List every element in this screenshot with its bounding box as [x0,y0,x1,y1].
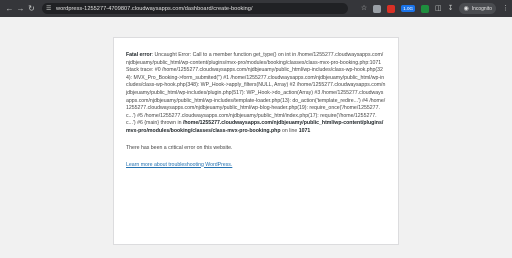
error-details: : Uncaught Error: Call to a member funct… [126,52,386,127]
kebab-menu-icon[interactable]: ⋮ [502,5,509,12]
incognito-indicator[interactable]: ◉ Incognito [459,3,496,14]
critical-error-notice: There has been a critical error on this … [126,144,233,151]
reload-icon[interactable]: ↻ [26,0,37,17]
arrow-right-icon[interactable]: → [15,0,26,17]
error-line-number: 1071 [298,127,311,134]
address-bar[interactable]: ☰ wordpress-1255277-4709807.cloudwaysapp… [42,3,348,14]
toolbar-right-icons: ☆ 1.0G ◫ ↧ ◉ Incognito ⋮ [361,0,509,17]
puzzle-icon[interactable]: ◫ [435,5,442,12]
extension-icon[interactable] [420,4,429,13]
download-icon[interactable]: ↧ [448,5,454,12]
error-card: Fatal error: Uncaught Error: Call to a m… [113,37,399,245]
extension-icon[interactable] [387,4,396,13]
browser-toolbar: ← → ↻ ☰ wordpress-1255277-4709807.cloudw… [0,0,512,17]
tune-icon[interactable]: ☰ [46,5,56,12]
error-message: Fatal error: Uncaught Error: Call to a m… [126,52,386,136]
memory-badge[interactable]: 1.0G [401,5,415,12]
star-icon[interactable]: ☆ [361,5,367,12]
incognito-icon: ◉ [463,6,469,12]
arrow-left-icon[interactable]: ← [4,0,15,17]
url-text[interactable]: wordpress-1255277-4709807.cloudwaysapps.… [56,6,253,12]
troubleshooting-link[interactable]: Learn more about troubleshooting WordPre… [126,162,232,168]
incognito-label: Incognito [471,5,492,12]
error-on-line: on line [280,127,299,134]
error-label: Fatal error [126,52,152,58]
extension-icon[interactable] [373,4,382,13]
